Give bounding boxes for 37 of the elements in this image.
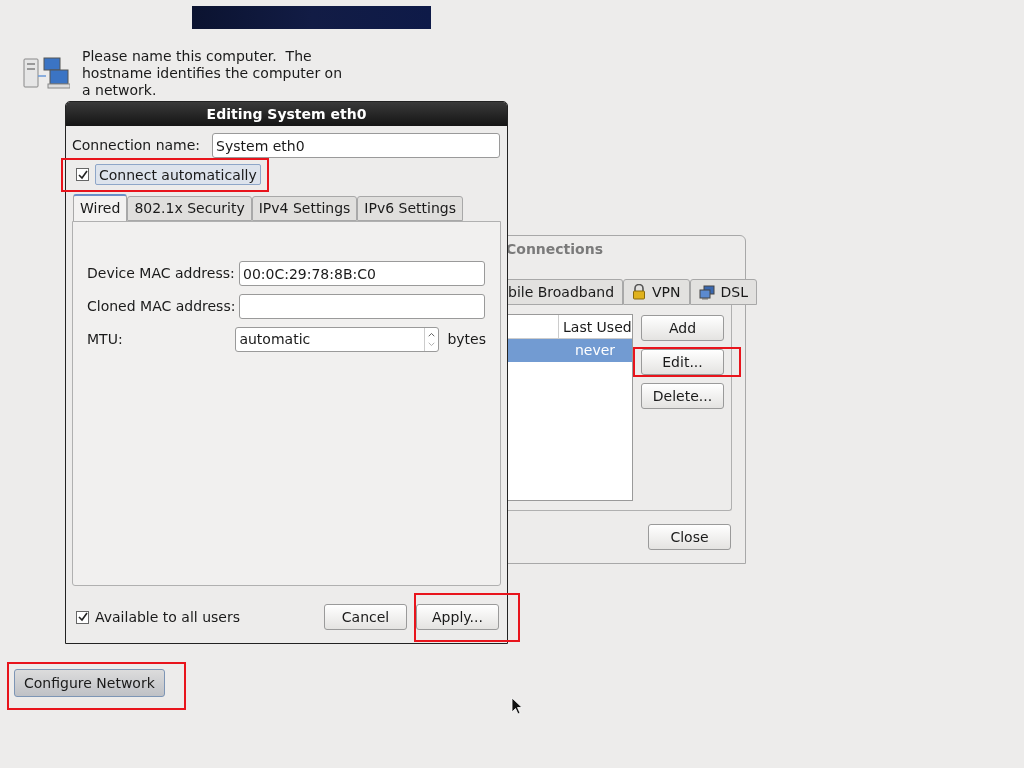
check-icon [77, 612, 88, 622]
networked-computers-icon [22, 56, 70, 92]
action-button[interactable]: Add [641, 315, 724, 341]
tab[interactable]: IPv4 Settings [251, 196, 358, 221]
padlock-icon [632, 284, 647, 300]
dialog-button[interactable]: Apply... [416, 604, 499, 630]
intro-text: Please name this computer. The hostname identifies the computer on a network. [82, 48, 344, 99]
tab[interactable]: Wired [73, 194, 128, 221]
input-field[interactable]: 00:0C:29:78:8B:C0 [239, 261, 485, 286]
monitors-icon [698, 284, 715, 300]
action-button[interactable]: Edit... [641, 349, 724, 375]
input-field[interactable]: System eth0 [212, 133, 500, 158]
field-label: Device MAC address: [87, 264, 236, 283]
input-field[interactable] [239, 294, 485, 319]
window-title: Editing System eth0 [206, 104, 367, 124]
field-label: Connection name: [72, 136, 201, 155]
configure-network-button[interactable]: Configure Network [14, 669, 165, 697]
tab[interactable]: IPv6 Settings [357, 196, 463, 221]
checkbox-label[interactable]: Available to all users [95, 606, 240, 628]
checkbox[interactable] [76, 610, 89, 624]
spin-field[interactable]: automatic [235, 327, 440, 352]
table-cell-text: never [573, 341, 617, 360]
tab[interactable]: 802.1x Security [127, 196, 252, 221]
tab[interactable]: DSL [689, 279, 757, 305]
close-button[interactable]: Close [648, 524, 731, 550]
unit-label: bytes [447, 330, 486, 349]
window-title: Connections [506, 240, 605, 259]
checkbox-label[interactable]: Connect automatically [95, 164, 261, 185]
action-button[interactable]: Delete... [641, 383, 724, 409]
dialog-button[interactable]: Cancel [324, 604, 407, 630]
field-label: Cloned MAC address: [87, 297, 237, 316]
field-label: MTU: [87, 330, 124, 349]
tab[interactable]: VPN [623, 279, 690, 305]
column-header[interactable]: Last Used [558, 315, 632, 338]
checkbox[interactable] [76, 168, 89, 181]
mouse-pointer-icon [511, 697, 523, 715]
check-icon [77, 169, 88, 180]
